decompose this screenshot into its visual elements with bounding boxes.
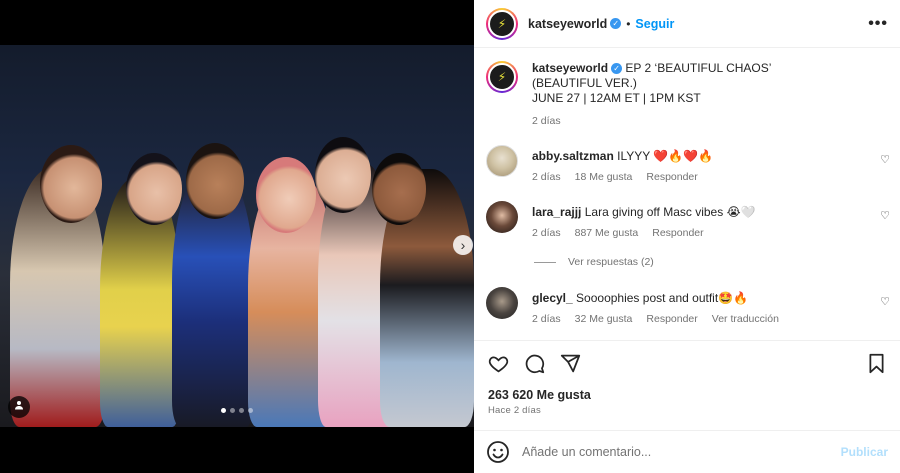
carousel-indicator [221, 408, 253, 413]
person-1-head [40, 145, 102, 223]
action-bar [474, 340, 900, 386]
commenter-avatar[interactable] [486, 201, 518, 233]
user-tag-icon[interactable] [8, 396, 30, 418]
comment-icon[interactable] [522, 352, 546, 376]
comment-text: glecyl_ Soooophies post and outfit🤩🔥 [532, 291, 872, 306]
reply-button[interactable]: Responder [652, 227, 703, 239]
carousel-dot [248, 408, 253, 413]
bookmark-icon[interactable] [864, 352, 888, 376]
commenter-username[interactable]: lara_rajjj [532, 205, 581, 219]
send-icon[interactable] [558, 352, 582, 376]
commenter-avatar[interactable] [486, 287, 518, 319]
verified-badge-icon: ✓ [611, 63, 623, 75]
carousel-dot [239, 408, 244, 413]
person-4-head [256, 157, 316, 233]
author-avatar[interactable]: ⚡ [486, 7, 518, 40]
caption-meta: 2 días [532, 115, 561, 127]
next-slide-button[interactable]: › [453, 235, 473, 255]
instagram-post-modal: › ⚡ katseyeworld ✓ • Seguir ••• ⚡ katsey… [0, 0, 900, 473]
heart-icon[interactable] [486, 352, 510, 376]
likes-count[interactable]: 263 620 Me gusta [488, 388, 591, 402]
person-3-head [186, 143, 244, 219]
follow-button[interactable]: Seguir [635, 17, 674, 31]
heart-icon[interactable]: ♡ [880, 295, 890, 308]
comment-meta: 2 días 18 Me gusta Responder [532, 171, 698, 183]
comment-time[interactable]: 2 días [532, 227, 561, 239]
caption-text: katseyeworld ✓ EP 2 ‘BEAUTIFUL CHAOS’ (BE… [532, 61, 872, 106]
commenter-avatar[interactable] [486, 145, 518, 177]
caption-line-3: JUNE 27 | 12AM ET | 1PM KST [532, 91, 701, 105]
reply-button[interactable]: Responder [646, 313, 697, 325]
post-side-panel: ⚡ katseyeworld ✓ • Seguir ••• ⚡ katseyew… [474, 0, 900, 473]
more-options-icon[interactable]: ••• [868, 15, 888, 33]
commenter-username[interactable]: glecyl_ [532, 291, 573, 305]
view-replies-button[interactable]: Ver respuestas (2) [534, 256, 654, 268]
caption-line-2: (BEAUTIFUL VER.) [532, 76, 637, 90]
heart-icon[interactable]: ♡ [880, 153, 890, 166]
comment-content: Soooophies post and outfit🤩🔥 [576, 291, 749, 305]
caption-line-1: EP 2 ‘BEAUTIFUL CHAOS’ [625, 61, 772, 75]
posted-time[interactable]: Hace 2 días [488, 405, 541, 416]
person-2-head [126, 153, 182, 225]
publish-button[interactable]: Publicar [841, 445, 888, 459]
comment-meta: 2 días 887 Me gusta Responder [532, 227, 704, 239]
carousel-dot [221, 408, 226, 413]
caption-avatar[interactable]: ⚡ [486, 61, 518, 93]
comment-time[interactable]: 2 días [532, 313, 561, 325]
chevron-right-icon: › [460, 237, 466, 253]
translate-button[interactable]: Ver traducción [712, 313, 779, 325]
post-header: ⚡ katseyeworld ✓ • Seguir ••• [474, 0, 900, 48]
comment-time[interactable]: 2 días [532, 171, 561, 183]
person-5-head [315, 137, 371, 213]
caption-time[interactable]: 2 días [532, 115, 561, 127]
carousel-dot [230, 408, 235, 413]
verified-badge-icon: ✓ [610, 18, 622, 29]
comments-section[interactable]: ⚡ katseyeworld ✓ EP 2 ‘BEAUTIFUL CHAOS’ (… [474, 49, 900, 339]
comment-input[interactable] [522, 445, 822, 459]
comment-text: abby.saltzman ILYYY ❤️🔥❤️🔥 [532, 149, 872, 164]
comment-likes[interactable]: 887 Me gusta [575, 227, 639, 239]
separator-dot: • [626, 16, 631, 31]
add-comment-bar: Publicar [474, 430, 900, 473]
post-photo[interactable] [0, 45, 474, 427]
caption-username[interactable]: katseyeworld [532, 61, 608, 75]
view-replies-label[interactable]: Ver respuestas (2) [568, 256, 654, 268]
comment-text: lara_rajjj Lara giving off Masc vibes 😭🤍 [532, 205, 872, 220]
author-username[interactable]: katseyeworld [528, 17, 607, 31]
reply-button[interactable]: Responder [646, 171, 697, 183]
comment-content: ILYYY ❤️🔥❤️🔥 [617, 149, 714, 163]
heart-icon[interactable]: ♡ [880, 209, 890, 222]
comment-likes[interactable]: 32 Me gusta [575, 313, 633, 325]
comment-content: Lara giving off Masc vibes 😭🤍 [584, 205, 756, 219]
replies-line [534, 261, 556, 263]
comment-meta: 2 días 32 Me gusta Responder Ver traducc… [532, 313, 779, 325]
comment-likes[interactable]: 18 Me gusta [575, 171, 633, 183]
commenter-username[interactable]: abby.saltzman [532, 149, 614, 163]
person-6-head [372, 153, 426, 225]
smiley-icon[interactable] [486, 440, 510, 464]
post-media: › [0, 0, 474, 473]
